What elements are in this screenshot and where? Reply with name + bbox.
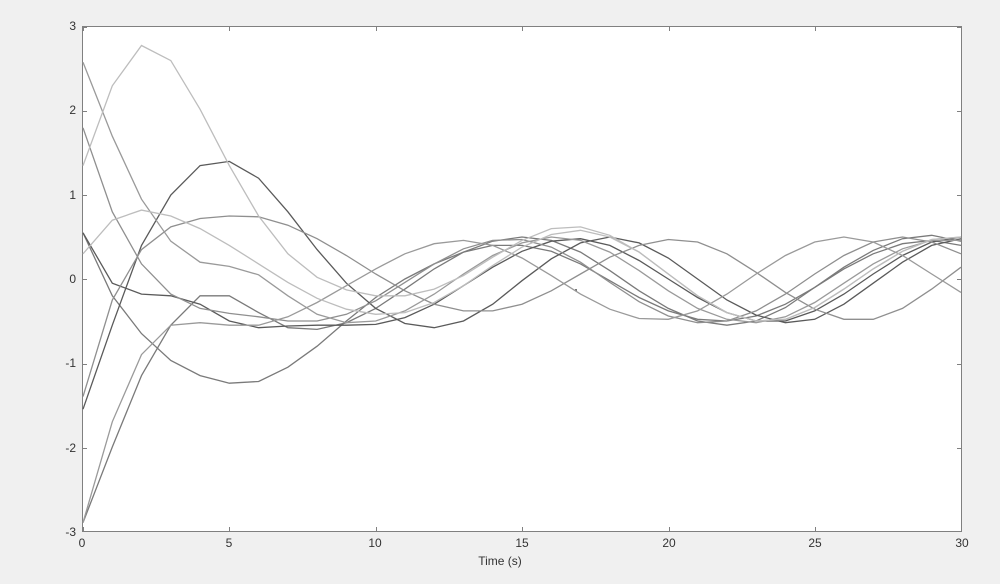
ytick-label: 1	[14, 188, 82, 202]
ytick-label: 3	[14, 19, 82, 33]
line-chart	[83, 27, 961, 531]
xtick-label: 10	[360, 536, 390, 550]
ytick-label: 0	[14, 272, 82, 286]
xtick-label: 15	[507, 536, 537, 550]
xtick-label: 0	[67, 536, 97, 550]
series-x5a	[83, 46, 961, 322]
xtick-label: 30	[947, 536, 977, 550]
ytick-label: 2	[14, 103, 82, 117]
series-x2b	[83, 161, 961, 409]
axes[interactable]	[82, 26, 962, 532]
xtick-label: 20	[654, 536, 684, 550]
figure-panel: 3 2 1 0 -1 -2 -3 0 5 10 15 20 25 30 Time…	[14, 12, 986, 572]
series-x4a	[83, 62, 961, 322]
series-x1b	[83, 233, 961, 383]
x-axis-label: Time (s)	[14, 554, 986, 568]
xtick-label: 25	[800, 536, 830, 550]
ytick-label: -2	[14, 441, 82, 455]
xtick-label: 5	[214, 536, 244, 550]
ytick-label: -1	[14, 356, 82, 370]
